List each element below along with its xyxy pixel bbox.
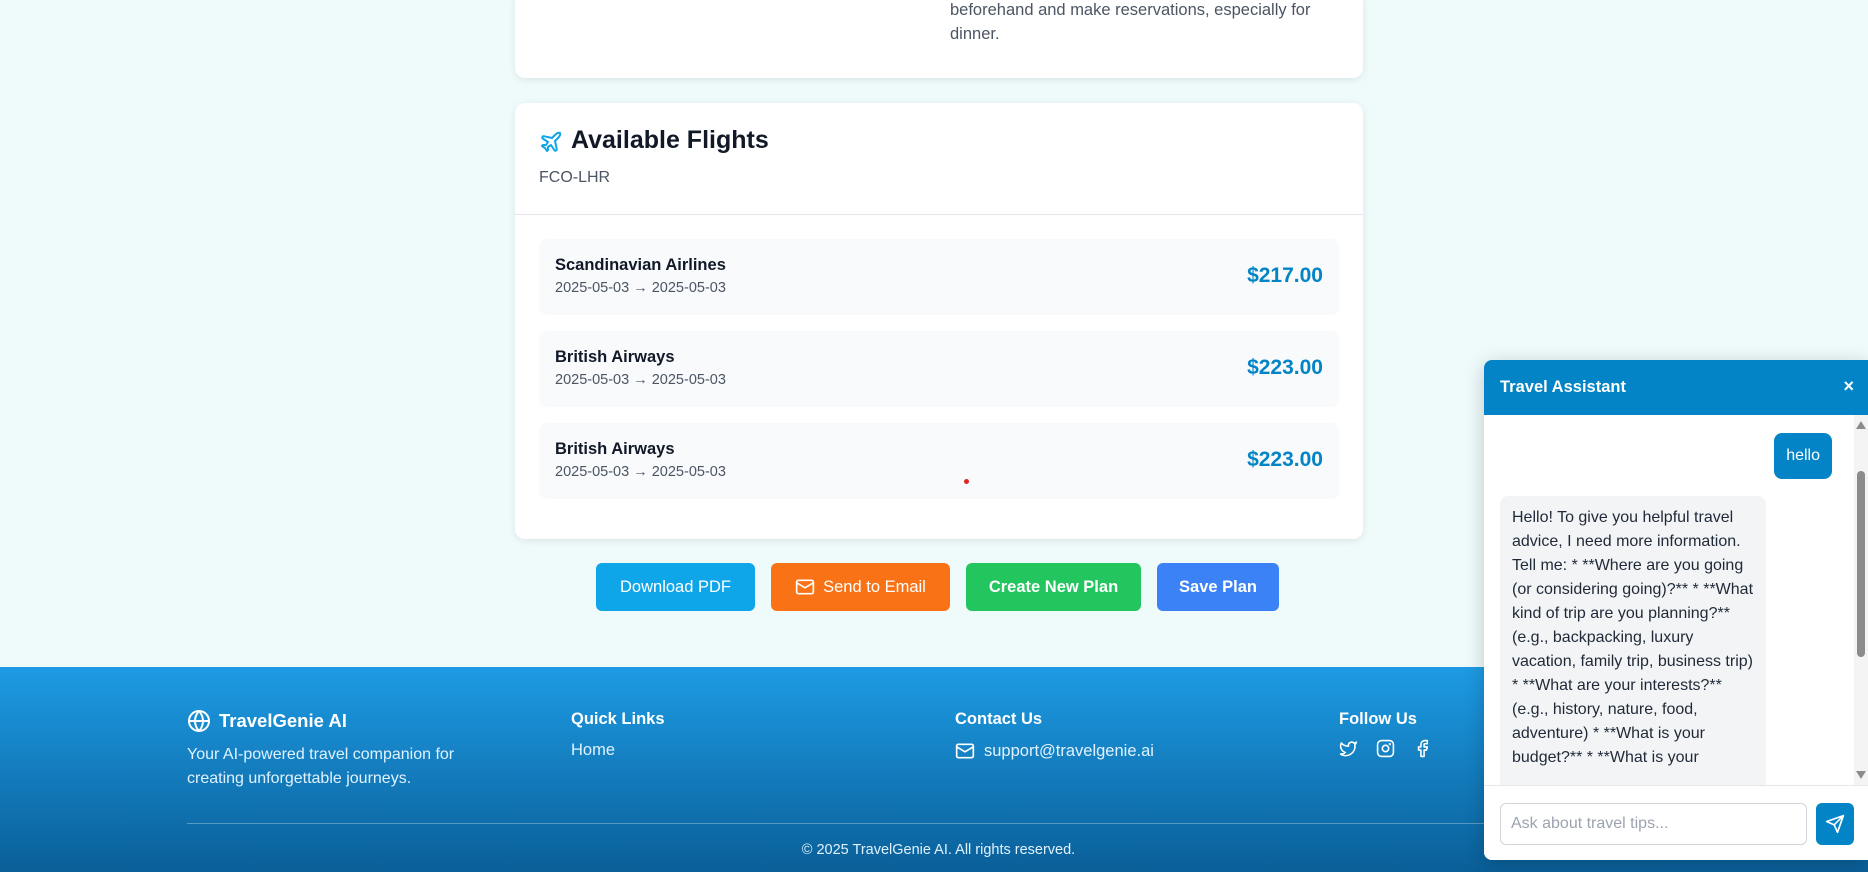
create-new-plan-button[interactable]: Create New Plan	[966, 563, 1141, 611]
twitter-icon[interactable]	[1339, 739, 1358, 758]
follow-us-title: Follow Us	[1339, 710, 1417, 728]
flight-option[interactable]: British Airways 2025-05-03 → 2025-05-03 …	[539, 423, 1339, 499]
mail-icon	[955, 743, 975, 759]
chat-header: Travel Assistant ×	[1484, 360, 1868, 415]
social-links	[1339, 739, 1432, 758]
chat-messages[interactable]: hello Hello! To give you helpful travel …	[1484, 415, 1868, 785]
create-plan-label: Create New Plan	[988, 577, 1119, 596]
footer-brand: TravelGenie AI	[187, 709, 347, 733]
flights-header: Available Flights FCO-LHR	[515, 103, 1363, 215]
flight-option[interactable]: Scandinavian Airlines 2025-05-03 → 2025-…	[539, 239, 1339, 315]
chat-scrollbar[interactable]	[1854, 415, 1868, 785]
itinerary-card: beforehand and make reservations, especi…	[515, 0, 1363, 78]
brand-tagline: Your AI-powered travel companion for cre…	[187, 746, 455, 787]
download-pdf-label: Download PDF	[620, 577, 731, 596]
flight-airline: Scandinavian Airlines	[555, 256, 726, 274]
footer-divider	[187, 823, 1687, 824]
save-plan-button[interactable]: Save Plan	[1157, 563, 1279, 611]
itinerary-tip-text: beforehand and make reservations, especi…	[950, 1, 1311, 43]
flight-dates: 2025-05-03 → 2025-05-03	[555, 464, 726, 480]
send-email-label: Send to Email	[823, 577, 926, 596]
flight-list: Scandinavian Airlines 2025-05-03 → 2025-…	[539, 239, 1339, 515]
close-icon[interactable]: ×	[1843, 376, 1854, 397]
flight-airline: British Airways	[555, 348, 675, 366]
flight-price: $223.00	[1247, 356, 1323, 379]
contact-email: support@travelgenie.ai	[984, 741, 1154, 760]
assistant-message: Hello! To give you helpful travel advice…	[1500, 496, 1766, 785]
download-pdf-button[interactable]: Download PDF	[596, 563, 755, 611]
instagram-icon[interactable]	[1376, 739, 1395, 758]
available-flights-card: Available Flights FCO-LHR Scandinavian A…	[515, 103, 1363, 539]
save-plan-label: Save Plan	[1179, 577, 1257, 596]
contact-email-link[interactable]: support@travelgenie.ai	[955, 741, 1154, 761]
mail-icon	[795, 579, 815, 595]
scroll-up-icon[interactable]	[1856, 421, 1866, 429]
flight-route: FCO-LHR	[539, 169, 611, 186]
chat-input[interactable]	[1500, 803, 1807, 845]
flights-title: Available Flights	[571, 126, 769, 154]
chat-input-row	[1484, 785, 1868, 860]
scroll-down-icon[interactable]	[1856, 771, 1866, 779]
globe-icon	[188, 710, 210, 732]
travel-assistant-chat: Travel Assistant × hello Hello! To give …	[1484, 360, 1868, 860]
flight-dates: 2025-05-03 → 2025-05-03	[555, 280, 726, 296]
flight-option[interactable]: British Airways 2025-05-03 → 2025-05-03 …	[539, 331, 1339, 407]
contact-title: Contact Us	[955, 710, 1043, 728]
plane-icon	[541, 131, 562, 152]
user-message: hello	[1774, 433, 1832, 479]
flight-price: $223.00	[1247, 448, 1323, 471]
send-button[interactable]	[1816, 803, 1854, 845]
cursor-dot	[964, 479, 969, 484]
footer-home-link[interactable]: Home	[571, 741, 615, 760]
flight-price: $217.00	[1247, 264, 1323, 287]
facebook-icon[interactable]	[1413, 739, 1432, 758]
flight-dates: 2025-05-03 → 2025-05-03	[555, 372, 726, 388]
send-email-button[interactable]: Send to Email	[771, 563, 950, 611]
flight-airline: British Airways	[555, 440, 675, 458]
chat-title: Travel Assistant	[1500, 378, 1626, 396]
scrollbar-thumb[interactable]	[1857, 471, 1865, 657]
send-icon	[1825, 814, 1845, 834]
quick-links-title: Quick Links	[571, 710, 665, 728]
brand-name: TravelGenie AI	[219, 710, 347, 731]
